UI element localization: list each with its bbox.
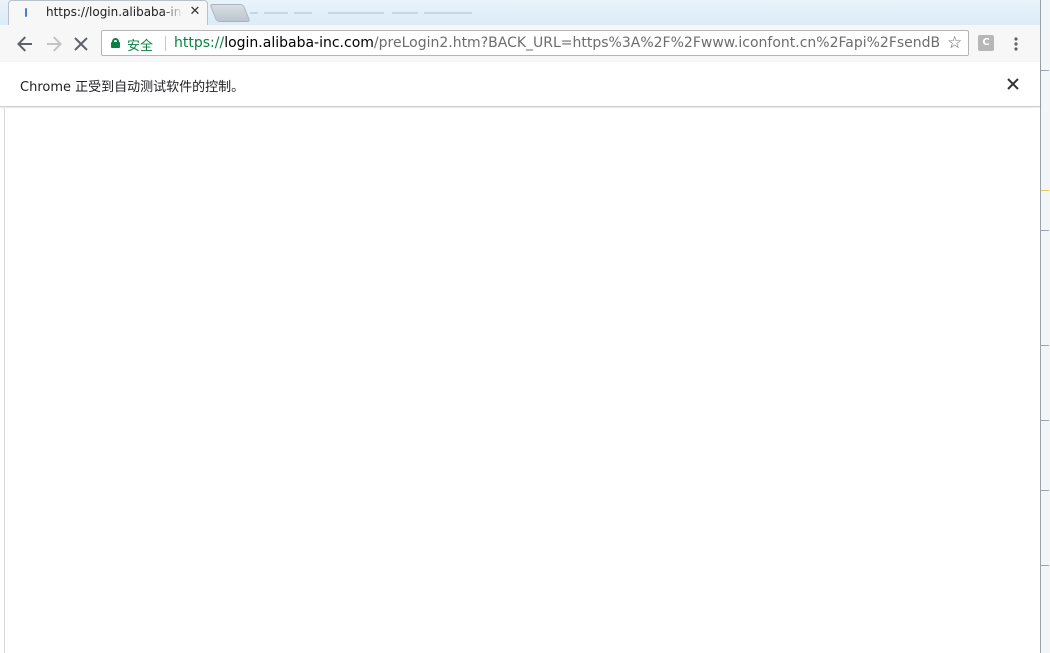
url-scheme: https:// xyxy=(174,35,225,51)
stop-x-icon xyxy=(74,37,88,51)
security-indicator[interactable]: 安全 xyxy=(127,35,153,54)
arrow-right-icon xyxy=(47,36,62,52)
loading-spinner-icon xyxy=(25,8,27,17)
new-tab-button[interactable] xyxy=(209,4,251,22)
browser-toolbar: 安全 https://login.alibaba-inc.com/preLogi… xyxy=(0,25,1040,63)
extension-button[interactable]: C xyxy=(978,35,994,51)
close-icon xyxy=(1007,78,1019,90)
infobar-close-icon[interactable] xyxy=(1003,74,1023,94)
bookmark-star-icon[interactable]: ☆ xyxy=(947,33,962,53)
automation-infobar: Chrome 正受到自动测试软件的控制。 xyxy=(0,62,1040,107)
lock-icon xyxy=(111,38,120,48)
tab-strip: https://login.alibaba-inc.com ✕ xyxy=(0,0,1040,25)
url-path: /preLogin2.htm?BACK_URL=https%3A%2F%2Fww… xyxy=(373,35,940,51)
stop-loading-button[interactable] xyxy=(69,32,93,56)
arrow-left-icon xyxy=(17,36,32,52)
background-blur xyxy=(250,8,550,18)
page-content xyxy=(4,108,1039,653)
forward-button[interactable] xyxy=(42,32,66,56)
browser-window: https://login.alibaba-inc.com ✕ xyxy=(0,0,1041,653)
tab-title: https://login.alibaba-inc.com xyxy=(46,5,183,19)
back-button[interactable] xyxy=(13,32,37,56)
kebab-menu-icon xyxy=(1014,37,1018,51)
url-host: login.alibaba-inc.com xyxy=(224,35,374,51)
divider xyxy=(165,36,166,51)
infobar-message: Chrome 正受到自动测试软件的控制。 xyxy=(20,80,245,95)
address-bar[interactable]: 安全 https://login.alibaba-inc.com/preLogi… xyxy=(101,30,969,56)
url-text[interactable]: https://login.alibaba-inc.com/preLogin2.… xyxy=(174,35,940,53)
tab-close-icon[interactable]: ✕ xyxy=(187,4,203,20)
browser-menu-button[interactable] xyxy=(1007,32,1025,56)
browser-tab[interactable]: https://login.alibaba-inc.com ✕ xyxy=(8,0,208,25)
